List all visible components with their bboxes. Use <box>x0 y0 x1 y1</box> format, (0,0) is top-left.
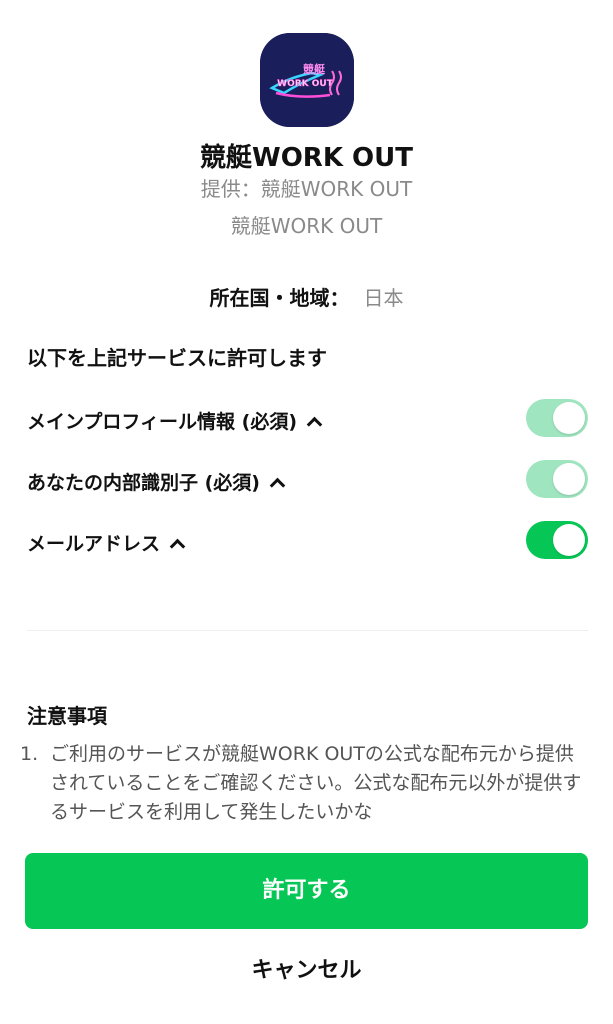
email-toggle[interactable] <box>526 521 588 559</box>
profile-toggle[interactable] <box>526 399 588 437</box>
region-label: 所在国・地域： <box>209 286 350 310</box>
icon-text-top: 競艇 <box>303 62 326 76</box>
region-row: 所在国・地域： 日本 <box>0 282 613 311</box>
permission-label: あなたの内部識別子 (必須) <box>27 472 260 494</box>
chevron-up-icon <box>169 538 186 555</box>
permission-toggle-expander[interactable]: メールアドレス <box>27 529 186 556</box>
identifier-toggle[interactable] <box>526 460 588 498</box>
allow-button[interactable]: 許可する <box>25 853 588 929</box>
toggle-knob <box>553 524 585 556</box>
icon-text-bottom: WORK OUT <box>277 79 334 89</box>
chevron-up-icon <box>306 416 323 433</box>
permission-row-identifier: あなたの内部識別子 (必須) <box>27 460 588 500</box>
permission-label: メールアドレス <box>27 533 161 555</box>
region-value: 日本 <box>363 286 404 310</box>
permissions-heading: 以下を上記サービスに許可します <box>27 346 327 370</box>
app-logo-icon: 競艇 WORK OUT <box>260 33 354 127</box>
permission-row-email: メールアドレス <box>27 521 588 561</box>
cancel-button[interactable]: キャンセル <box>0 952 613 984</box>
app-name: 競艇WORK OUT <box>200 143 413 173</box>
note-item: 1. ご利用のサービスが競艇WORK OUTの公式な配布元から提供されていること… <box>20 740 588 827</box>
provider-text: 提供：競艇WORK OUT <box>200 177 413 201</box>
permission-toggle-expander[interactable]: メインプロフィール情報 (必須) <box>27 407 323 434</box>
permission-toggle-expander[interactable]: あなたの内部識別子 (必須) <box>27 468 286 495</box>
chevron-up-icon <box>269 477 286 494</box>
permission-row-profile: メインプロフィール情報 (必須) <box>27 399 588 439</box>
toggle-knob <box>553 402 585 434</box>
notes-list[interactable]: 1. ご利用のサービスが競艇WORK OUTの公式な配布元から提供されていること… <box>20 740 588 828</box>
app-subname: 競艇WORK OUT <box>230 214 383 238</box>
section-divider <box>27 630 588 631</box>
consent-screen: 競艇 WORK OUT 競艇WORK OUT 提供：競艇WORK OUT 競艇W… <box>0 0 613 1024</box>
notes-heading: 注意事項 <box>27 704 107 728</box>
toggle-knob <box>553 463 585 495</box>
permission-label: メインプロフィール情報 (必須) <box>27 411 298 433</box>
note-text: ご利用のサービスが競艇WORK OUTの公式な配布元から提供されていることをご確… <box>50 743 582 823</box>
note-number: 1. <box>20 743 39 765</box>
